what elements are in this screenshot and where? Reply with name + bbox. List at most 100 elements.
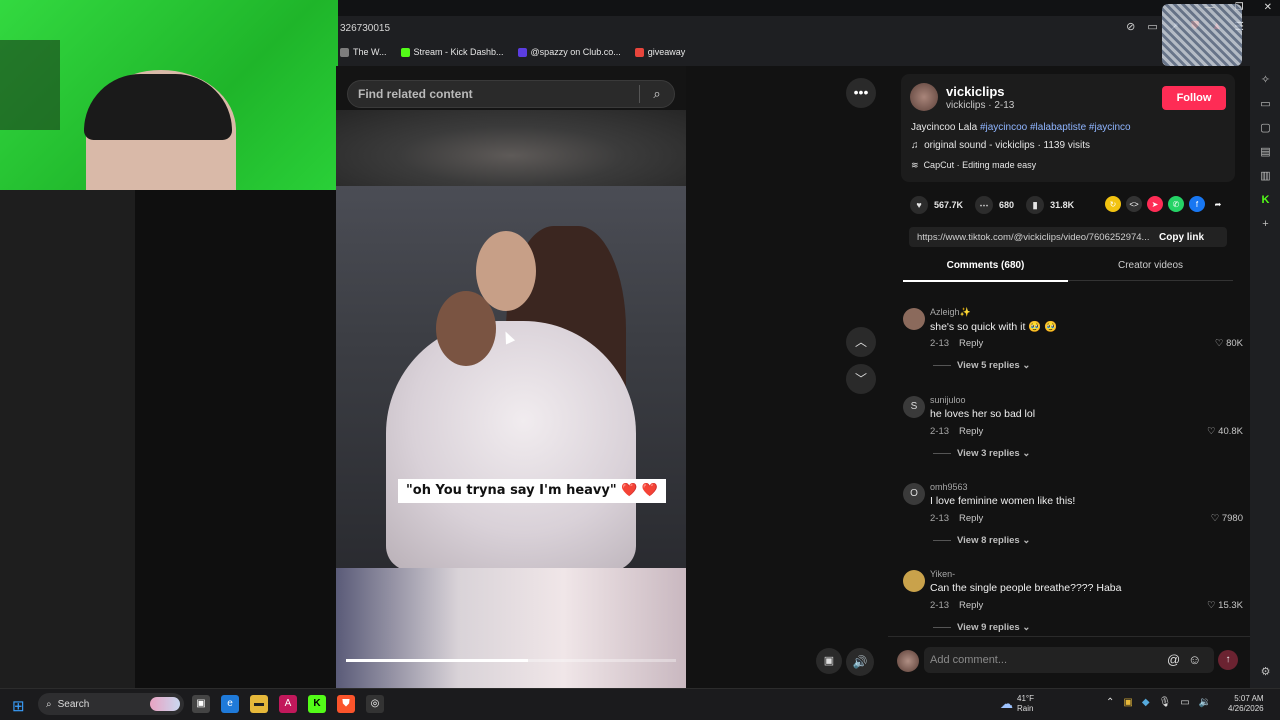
reply-button[interactable]: Reply (959, 600, 983, 611)
app-icon[interactable]: A (279, 695, 297, 713)
heart-icon[interactable]: ♥ (910, 196, 928, 214)
whatsapp-icon[interactable]: ✆ (1168, 196, 1184, 212)
webcam-overlay (0, 0, 338, 190)
search-input[interactable]: Find related content (348, 87, 639, 101)
kick-icon[interactable]: K (308, 695, 326, 713)
avatar[interactable] (897, 650, 919, 672)
bookmark-item[interactable]: @spazzy on Club.co... (517, 47, 621, 57)
volume-icon[interactable]: 🔊 (846, 648, 874, 676)
comment-date: 2-13 (930, 600, 950, 611)
bookmark-icon[interactable]: ▮ (1026, 196, 1045, 214)
task-view-icon[interactable]: ▣ (192, 695, 210, 713)
bookmark-item[interactable]: Stream - Kick Dashb... (400, 47, 504, 57)
tabs-icon[interactable]: ▢ (1259, 122, 1272, 135)
edge-icon[interactable]: e (221, 695, 239, 713)
tray-app-icon[interactable]: ◆ (1142, 697, 1150, 708)
hashtag-link[interactable]: #lalabaptiste (1030, 122, 1086, 133)
tab-creator-videos[interactable]: Creator videos (1068, 260, 1233, 281)
leo-ai-icon[interactable]: ✧ (1259, 74, 1272, 87)
send-friend-icon[interactable]: ➤ (1147, 196, 1163, 212)
kick-icon[interactable]: K (1259, 194, 1272, 207)
capcut-link[interactable]: ≋ CapCut · Editing made easy (911, 160, 1036, 171)
mute-icon[interactable]: ⊘ (1126, 20, 1135, 33)
brave-icon[interactable]: ⛊ (337, 695, 355, 713)
taskbar-search-label: Search (57, 698, 90, 710)
view-replies-button[interactable]: View 3 replies ⌄ (933, 448, 1030, 459)
next-video-icon[interactable]: ﹀ (846, 364, 876, 394)
gear-icon[interactable]: ⚙ (1259, 666, 1272, 679)
view-replies-button[interactable]: View 8 replies ⌄ (933, 535, 1030, 546)
reading-list-icon[interactable]: ▥ (1259, 170, 1272, 183)
previous-video-preview[interactable] (336, 110, 686, 186)
repost-icon[interactable]: ↻ (1105, 196, 1121, 212)
search-icon[interactable]: ⌕ (640, 86, 674, 102)
video-player[interactable]: "oh You tryna say I'm heavy" ❤️ ❤️ (336, 186, 686, 568)
sound-link[interactable]: ♫ original sound - vickiclips · 1139 vis… (911, 140, 1090, 151)
hashtag-link[interactable]: #jaycinco (1089, 122, 1131, 133)
view-replies-button[interactable]: View 5 replies ⌄ (933, 360, 1030, 371)
embed-icon[interactable]: <> (1126, 196, 1142, 212)
avatar[interactable] (903, 308, 925, 330)
reply-button[interactable]: Reply (959, 338, 983, 349)
bookmark-item[interactable]: giveaway (634, 47, 685, 57)
taskbar-search[interactable]: ⌕ Search (38, 693, 184, 715)
reply-button[interactable]: Reply (959, 513, 983, 524)
avatar[interactable] (903, 570, 925, 592)
comment-username[interactable]: Yiken- (930, 569, 955, 579)
chevron-down-icon: ⌄ (1022, 535, 1031, 546)
obs-icon[interactable]: ◎ (366, 695, 384, 713)
avatar[interactable] (910, 83, 938, 111)
more-options-icon[interactable]: ••• (846, 78, 876, 108)
minimize-icon[interactable]: — (1205, 2, 1215, 13)
avatar[interactable]: S (903, 396, 925, 418)
previous-video-icon[interactable]: ︿ (846, 327, 876, 357)
cast-icon[interactable]: ▭ (1147, 20, 1157, 33)
restore-icon[interactable]: ❐ (1235, 2, 1244, 13)
creator-username[interactable]: vickiclips (946, 84, 1005, 99)
facebook-icon[interactable]: f (1189, 196, 1205, 212)
send-icon[interactable]: ↑ (1218, 650, 1238, 670)
comment-likes[interactable]: ♡ 80K (1215, 338, 1243, 349)
tray-app-icon[interactable]: ▣ (1123, 697, 1132, 708)
volume-icon[interactable]: 🔉 (1199, 697, 1211, 708)
follow-button[interactable]: Follow (1162, 86, 1226, 110)
find-related-search[interactable]: Find related content ⌕ (347, 80, 675, 108)
chevron-up-icon[interactable]: ⌃ (1106, 697, 1114, 708)
heart-outline-icon: ♡ (1207, 426, 1216, 437)
comment-likes[interactable]: ♡ 7980 (1211, 513, 1243, 524)
copy-link-button[interactable]: Copy link (1159, 232, 1204, 243)
video-progress-fill (346, 659, 528, 662)
mention-icon[interactable]: @ (1167, 652, 1180, 667)
bookmark-item[interactable]: The W... (340, 47, 387, 57)
comment-username[interactable]: sunijuloo (930, 395, 966, 405)
microphone-icon[interactable]: 🎙 (1159, 697, 1172, 708)
view-replies-button[interactable]: View 9 replies ⌄ (933, 622, 1030, 633)
comment-username[interactable]: omh9563 (930, 482, 968, 492)
clock-date: 4/26/2026 (1228, 704, 1264, 713)
network-icon[interactable]: ▭ (1180, 697, 1189, 708)
rain-cloud-icon: ☁ (1000, 696, 1013, 711)
view-replies-label: View 9 replies (957, 622, 1020, 633)
close-icon[interactable]: ✕ (1264, 2, 1272, 13)
weather-widget[interactable]: ☁ 41°F Rain (1000, 694, 1034, 714)
wallet-icon[interactable]: ▭ (1259, 98, 1272, 111)
emoji-icon[interactable]: ☺ (1188, 652, 1201, 667)
windows-start-icon[interactable]: ⊞ (12, 697, 25, 715)
comment-icon[interactable]: ⋯ (975, 196, 994, 214)
hashtag-link[interactable]: #jaycincoo (980, 122, 1027, 133)
comment-likes[interactable]: ♡ 15.3K (1207, 600, 1243, 611)
share-arrow-icon[interactable]: ➦ (1210, 196, 1226, 212)
comment-likes[interactable]: ♡ 40.8K (1207, 426, 1243, 437)
add-panel-icon[interactable]: + (1259, 218, 1272, 231)
next-video-preview[interactable] (336, 568, 686, 688)
file-explorer-icon[interactable]: ▬ (250, 695, 268, 713)
avatar[interactable]: O (903, 483, 925, 505)
weather-temp: 41°F (1017, 694, 1034, 703)
video-progress-bar[interactable] (346, 659, 676, 662)
reply-button[interactable]: Reply (959, 426, 983, 437)
comment-username[interactable]: Azleigh✨ (930, 307, 971, 318)
tab-comments[interactable]: Comments (680) (903, 260, 1068, 282)
bookmarks-icon[interactable]: ▤ (1259, 146, 1272, 159)
picture-in-picture-icon[interactable]: ▣ (816, 648, 842, 674)
taskbar-clock[interactable]: 5:07 AM 4/26/2026 (1228, 694, 1264, 714)
